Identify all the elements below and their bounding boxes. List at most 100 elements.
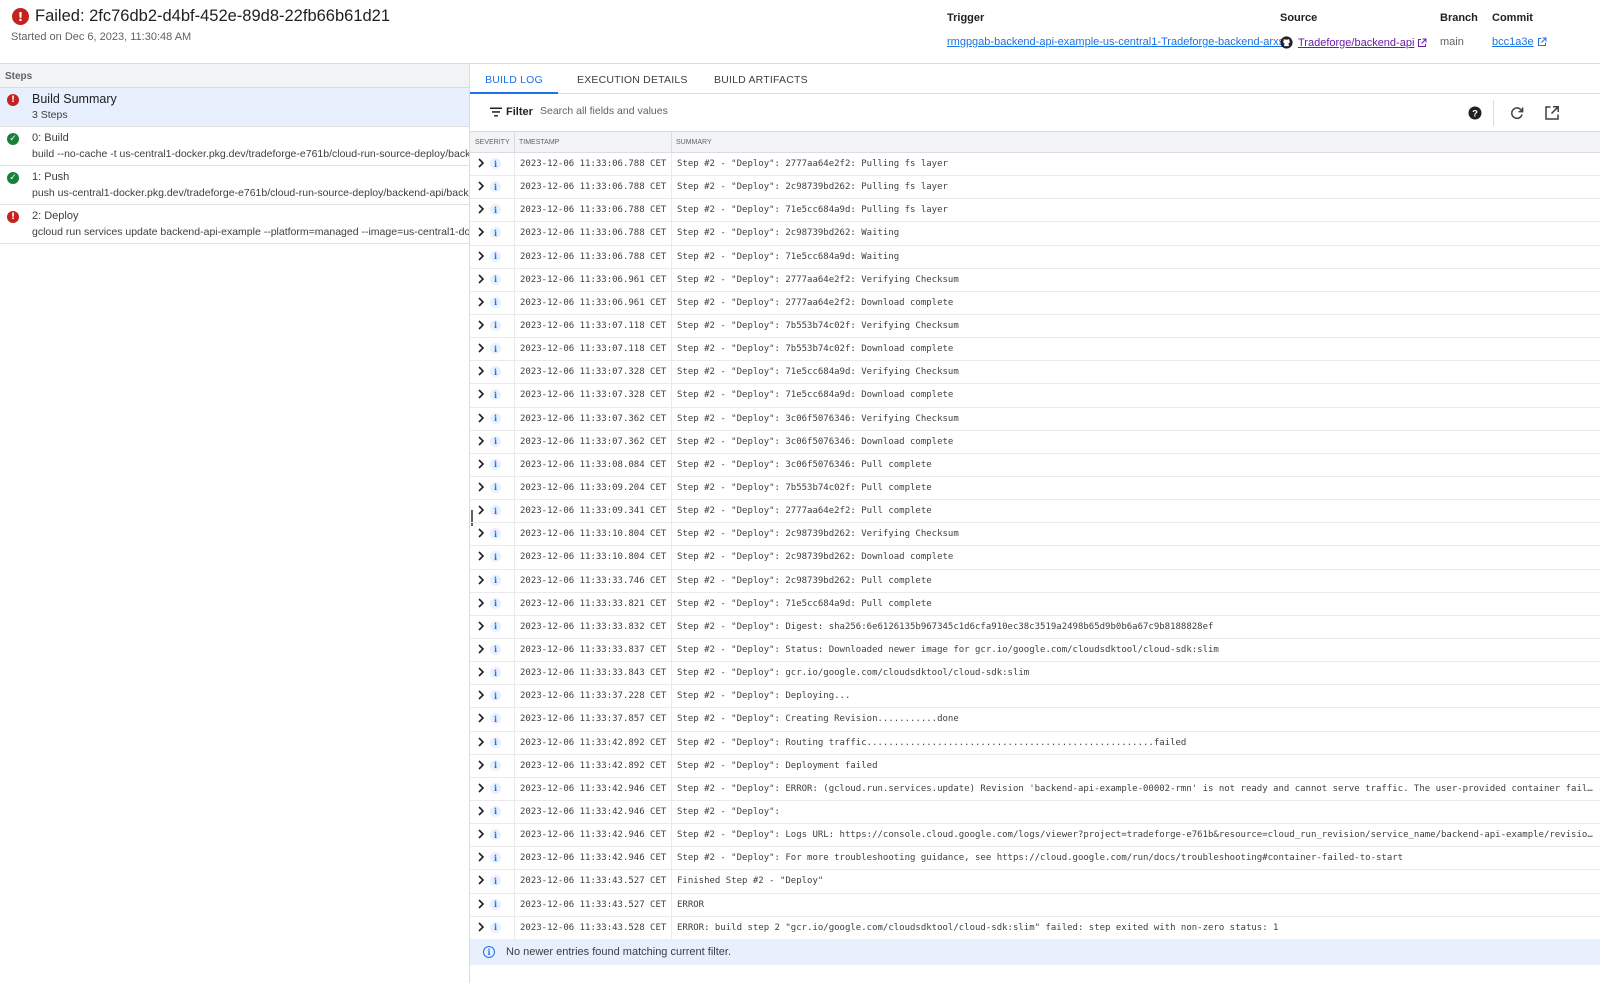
- chevron-right-icon[interactable]: [476, 273, 486, 285]
- log-row[interactable]: i 2023-12-06 11:33:43.528 CET ERROR: build…: [470, 917, 1600, 940]
- chevron-right-icon[interactable]: [476, 180, 486, 192]
- chevron-right-icon[interactable]: [476, 851, 486, 863]
- chevron-right-icon[interactable]: [476, 574, 486, 586]
- log-summary: Step #2 - "Deploy": 7b553b74c02f: Downlo…: [677, 344, 954, 355]
- trigger-link[interactable]: rmgpgab-backend-api-example-us-central1-…: [947, 36, 1284, 48]
- steps-header: Steps: [0, 64, 469, 88]
- refresh-icon[interactable]: [1509, 105, 1525, 121]
- log-row[interactable]: i 2023-12-06 11:33:33.843 CET Step #2 - "D…: [470, 662, 1600, 686]
- chevron-right-icon[interactable]: [476, 203, 486, 215]
- log-row[interactable]: i 2023-12-06 11:33:09.204 CET Step #2 - "D…: [470, 477, 1600, 501]
- chevron-right-icon[interactable]: [476, 435, 486, 447]
- chevron-right-icon[interactable]: [476, 550, 486, 562]
- log-row[interactable]: i 2023-12-06 11:33:06.961 CET Step #2 - "D…: [470, 269, 1600, 292]
- chevron-right-icon[interactable]: [476, 620, 486, 632]
- help-icon[interactable]: ?: [1467, 105, 1483, 121]
- chevron-right-icon[interactable]: [476, 527, 486, 539]
- column-severity[interactable]: SEVERITY: [475, 139, 510, 146]
- log-row[interactable]: i 2023-12-06 11:33:07.328 CET Step #2 - "D…: [470, 361, 1600, 385]
- chevron-right-icon[interactable]: [476, 597, 486, 609]
- chevron-right-icon[interactable]: [476, 874, 486, 886]
- log-row[interactable]: i 2023-12-06 11:33:10.804 CET Step #2 - "D…: [470, 546, 1600, 570]
- open-external-icon: [1418, 38, 1427, 47]
- chevron-right-icon[interactable]: [476, 250, 486, 262]
- info-severity-icon: i: [490, 505, 501, 517]
- column-summary[interactable]: SUMMARY: [676, 139, 712, 146]
- log-summary: Step #2 - "Deploy": 2777aa64e2f2: Pullin…: [677, 159, 948, 169]
- log-row[interactable]: i 2023-12-06 11:33:43.527 CET ERROR: [470, 894, 1600, 917]
- log-row[interactable]: i 2023-12-06 11:33:06.788 CET Step #2 - "D…: [470, 153, 1600, 177]
- filter-button[interactable]: Filter: [490, 106, 533, 118]
- step-push[interactable]: ✓ 1: Push push us-central1-docker.pkg.de…: [0, 166, 469, 205]
- log-row[interactable]: i 2023-12-06 11:33:06.788 CET Step #2 - "D…: [470, 246, 1600, 269]
- log-row[interactable]: i 2023-12-06 11:33:37.857 CET Step #2 - "D…: [470, 708, 1600, 732]
- info-icon: i: [483, 946, 495, 958]
- log-row[interactable]: i 2023-12-06 11:33:42.946 CET Step #2 - "D…: [470, 778, 1600, 801]
- log-timestamp: 2023-12-06 11:33:10.804 CET: [520, 552, 667, 563]
- info-severity-icon: i: [490, 296, 501, 308]
- chevron-right-icon[interactable]: [476, 666, 486, 678]
- chevron-right-icon[interactable]: [476, 412, 486, 424]
- chevron-right-icon[interactable]: [476, 736, 486, 748]
- chevron-right-icon[interactable]: [476, 504, 486, 516]
- log-row[interactable]: i 2023-12-06 11:33:33.832 CET Step #2 - "D…: [470, 616, 1600, 639]
- chevron-right-icon[interactable]: [476, 921, 486, 933]
- log-row[interactable]: i 2023-12-06 11:33:42.946 CET Step #2 - "D…: [470, 801, 1600, 825]
- log-row[interactable]: i 2023-12-06 11:33:07.362 CET Step #2 - "D…: [470, 431, 1600, 454]
- log-row[interactable]: i 2023-12-06 11:33:07.118 CET Step #2 - "D…: [470, 338, 1600, 362]
- chevron-right-icon[interactable]: [476, 226, 486, 238]
- step-build[interactable]: ✓ 0: Build build --no-cache -t us-centra…: [0, 127, 469, 166]
- chevron-right-icon[interactable]: [476, 296, 486, 308]
- column-timestamp[interactable]: TIMESTAMP: [519, 139, 559, 146]
- log-row[interactable]: i 2023-12-06 11:33:08.084 CET Step #2 - "D…: [470, 454, 1600, 477]
- chevron-right-icon[interactable]: [476, 805, 486, 817]
- log-row[interactable]: i 2023-12-06 11:33:06.961 CET Step #2 - "D…: [470, 292, 1600, 315]
- log-row[interactable]: i 2023-12-06 11:33:42.946 CET Step #2 - "D…: [470, 824, 1600, 848]
- log-row[interactable]: i 2023-12-06 11:33:43.527 CET Finished Ste…: [470, 870, 1600, 894]
- tab-build-artifacts[interactable]: BUILD ARTIFACTS: [714, 64, 808, 94]
- tab-build-log[interactable]: BUILD LOG: [470, 64, 558, 94]
- log-summary: ERROR: [677, 899, 705, 910]
- chevron-right-icon[interactable]: [476, 481, 486, 493]
- log-row[interactable]: i 2023-12-06 11:33:07.328 CET Step #2 - "D…: [470, 384, 1600, 408]
- log-timestamp: 2023-12-06 11:33:42.946 CET: [520, 806, 667, 817]
- filter-search-input[interactable]: [540, 105, 1040, 117]
- log-summary: Step #2 - "Deploy": 3c06f5076346: Pull c…: [677, 459, 932, 470]
- chevron-right-icon[interactable]: [476, 157, 486, 169]
- chevron-right-icon[interactable]: [476, 643, 486, 655]
- step-build-summary[interactable]: ! Build Summary 3 Steps: [0, 88, 469, 127]
- chevron-right-icon[interactable]: [476, 689, 486, 701]
- log-row[interactable]: i 2023-12-06 11:33:33.837 CET Step #2 - "D…: [470, 639, 1600, 663]
- source-repo-link[interactable]: Tradeforge/backend-api: [1298, 37, 1414, 49]
- chevron-right-icon[interactable]: [476, 828, 486, 840]
- log-row[interactable]: i 2023-12-06 11:33:09.341 CET Step #2 - "D…: [470, 500, 1600, 524]
- log-row[interactable]: i 2023-12-06 11:33:42.946 CET Step #2 - "D…: [470, 847, 1600, 871]
- log-row[interactable]: i 2023-12-06 11:33:10.804 CET Step #2 - "D…: [470, 523, 1600, 547]
- commit-link[interactable]: bcc1a3e: [1492, 36, 1534, 48]
- log-row[interactable]: i 2023-12-06 11:33:06.788 CET Step #2 - "D…: [470, 199, 1600, 223]
- chevron-right-icon[interactable]: [476, 342, 486, 354]
- chevron-right-icon[interactable]: [476, 712, 486, 724]
- log-row[interactable]: i 2023-12-06 11:33:33.746 CET Step #2 - "D…: [470, 570, 1600, 593]
- open-in-new-icon[interactable]: [1544, 105, 1560, 121]
- step-deploy[interactable]: ! 2: Deploy gcloud run services update b…: [0, 205, 469, 244]
- log-row[interactable]: i 2023-12-06 11:33:07.118 CET Step #2 - "D…: [470, 315, 1600, 339]
- log-row[interactable]: i 2023-12-06 11:33:42.892 CET Step #2 - "D…: [470, 755, 1600, 778]
- chevron-right-icon[interactable]: [476, 388, 486, 400]
- log-row[interactable]: i 2023-12-06 11:33:06.788 CET Step #2 - "D…: [470, 176, 1600, 200]
- log-table: i 2023-12-06 11:33:06.788 CET Step #2 - "D…: [470, 153, 1600, 940]
- log-timestamp: 2023-12-06 11:33:42.892 CET: [520, 760, 667, 771]
- log-row[interactable]: i 2023-12-06 11:33:06.788 CET Step #2 - "D…: [470, 222, 1600, 246]
- info-severity-icon: i: [490, 158, 501, 169]
- chevron-right-icon[interactable]: [476, 319, 486, 331]
- chevron-right-icon[interactable]: [476, 365, 486, 377]
- chevron-right-icon[interactable]: [476, 782, 486, 794]
- chevron-right-icon[interactable]: [476, 759, 486, 771]
- log-row[interactable]: i 2023-12-06 11:33:07.362 CET Step #2 - "D…: [470, 408, 1600, 431]
- log-row[interactable]: i 2023-12-06 11:33:33.821 CET Step #2 - "D…: [470, 593, 1600, 616]
- log-row[interactable]: i 2023-12-06 11:33:42.892 CET Step #2 - "D…: [470, 732, 1600, 755]
- chevron-right-icon[interactable]: [476, 458, 486, 470]
- chevron-right-icon[interactable]: [476, 898, 486, 910]
- tab-execution-details[interactable]: EXECUTION DETAILS: [577, 64, 688, 94]
- log-row[interactable]: i 2023-12-06 11:33:37.228 CET Step #2 - "D…: [470, 685, 1600, 709]
